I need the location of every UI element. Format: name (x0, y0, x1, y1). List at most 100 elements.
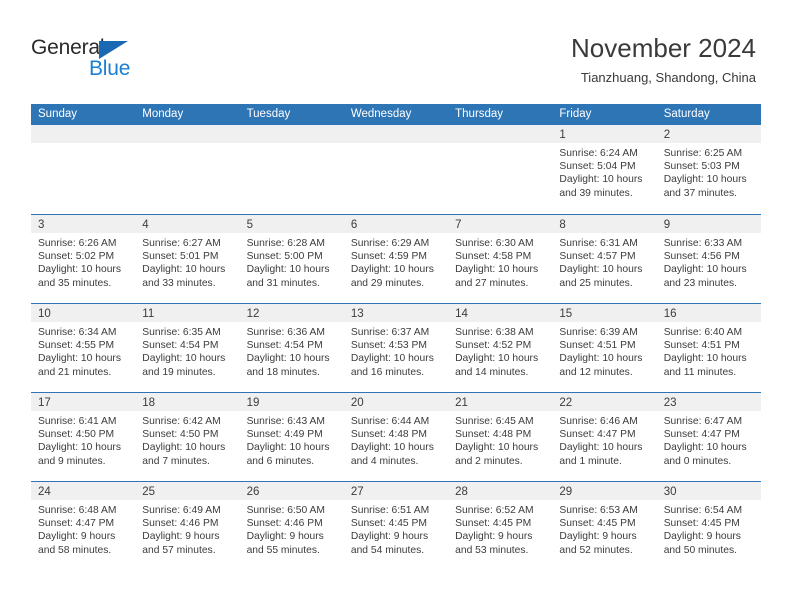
day-details: Sunrise: 6:47 AM Sunset: 4:47 PM Daylight:… (657, 411, 761, 468)
day-cell[interactable]: 5 Sunrise: 6:28 AM Sunset: 5:00 PM Daylight… (239, 215, 344, 303)
day-cell[interactable]: 1 Sunrise: 6:24 AM Sunset: 5:04 PM Daylight… (552, 125, 657, 214)
day-cell[interactable]: 21 Sunrise: 6:45 AM Sunset: 4:48 PM Dayligh… (448, 393, 553, 481)
daylight-text-line1: Daylight: 10 hours (663, 353, 747, 365)
day-details: Sunrise: 6:48 AM Sunset: 4:47 PM Daylight:… (31, 500, 135, 557)
day-cell[interactable]: 8 Sunrise: 6:31 AM Sunset: 4:57 PM Daylight… (552, 215, 657, 303)
daylight-text-line1: Daylight: 10 hours (663, 264, 747, 276)
weeks-container: 1 Sunrise: 6:24 AM Sunset: 5:04 PM Daylight… (31, 125, 761, 570)
sunrise-text: Sunrise: 6:39 AM (559, 327, 638, 338)
day-cell[interactable]: 26 Sunrise: 6:50 AM Sunset: 4:46 PM Dayligh… (239, 482, 344, 570)
day-cell[interactable]: 14 Sunrise: 6:38 AM Sunset: 4:52 PM Dayligh… (448, 304, 553, 392)
sunrise-text: Sunrise: 6:37 AM (350, 327, 430, 338)
day-number: 20 (350, 397, 364, 409)
daylight-text-line2: and 33 minutes. (142, 277, 216, 289)
day-details: Sunrise: 6:26 AM Sunset: 5:02 PM Daylight:… (31, 233, 135, 290)
day-cell[interactable]: 29 Sunrise: 6:53 AM Sunset: 4:45 PM Dayligh… (552, 482, 657, 570)
day-number-band: 13 (343, 304, 449, 322)
day-details: Sunrise: 6:24 AM Sunset: 5:04 PM Daylight:… (552, 143, 656, 200)
daylight-text-line1: Daylight: 9 hours (663, 531, 741, 543)
daylight-text-line1: Daylight: 10 hours (38, 353, 121, 365)
day-cell[interactable]: 30 Sunrise: 6:54 AM Sunset: 4:45 PM Dayligh… (656, 482, 761, 570)
sunset-text: Sunset: 5:02 PM (38, 251, 115, 263)
day-cell[interactable]: 24 Sunrise: 6:48 AM Sunset: 4:47 PM Dayligh… (31, 482, 136, 570)
day-cell[interactable]: 3 Sunrise: 6:26 AM Sunset: 5:02 PM Daylight… (31, 215, 136, 303)
day-cell[interactable]: 25 Sunrise: 6:49 AM Sunset: 4:46 PM Dayligh… (135, 482, 240, 570)
day-cell[interactable]: 9 Sunrise: 6:33 AM Sunset: 4:56 PM Daylight… (656, 215, 761, 303)
day-cell[interactable]: 27 Sunrise: 6:51 AM Sunset: 4:45 PM Dayligh… (343, 482, 449, 570)
day-number-band: 10 (31, 304, 136, 322)
sunset-text: Sunset: 4:47 PM (38, 518, 115, 530)
general-blue-logo[interactable]: General Blue (31, 36, 211, 86)
daylight-text-line2: and 35 minutes. (38, 277, 112, 289)
weekday-header-friday: Friday (559, 108, 592, 120)
day-number: 24 (38, 486, 51, 498)
day-cell[interactable]: 19 Sunrise: 6:43 AM Sunset: 4:49 PM Dayligh… (239, 393, 344, 481)
daylight-text-line2: and 6 minutes. (246, 455, 315, 467)
page-title: November 2024 (571, 33, 756, 63)
sunset-text: Sunset: 5:04 PM (559, 161, 636, 173)
daylight-text-line1: Daylight: 10 hours (559, 264, 643, 276)
day-details: Sunrise: 6:43 AM Sunset: 4:49 PM Daylight:… (240, 411, 344, 468)
logo-text-blue: Blue (89, 57, 131, 80)
day-details (135, 143, 239, 147)
day-details: Sunrise: 6:34 AM Sunset: 4:55 PM Daylight:… (31, 322, 135, 379)
day-cell[interactable]: 22 Sunrise: 6:46 AM Sunset: 4:47 PM Dayligh… (552, 393, 657, 481)
day-number: 13 (350, 308, 364, 320)
day-cell[interactable]: 13 Sunrise: 6:37 AM Sunset: 4:53 PM Dayligh… (343, 304, 449, 392)
day-cell[interactable]: 28 Sunrise: 6:52 AM Sunset: 4:45 PM Dayligh… (448, 482, 553, 570)
sunrise-text: Sunrise: 6:38 AM (455, 327, 534, 338)
day-number-band (135, 125, 240, 143)
day-number-band: 19 (239, 393, 344, 411)
day-number-band: 26 (239, 482, 344, 500)
day-cell[interactable]: 6 Sunrise: 6:29 AM Sunset: 4:59 PM Daylight… (343, 215, 449, 303)
sunset-text: Sunset: 4:46 PM (142, 518, 219, 530)
day-cell[interactable]: 18 Sunrise: 6:42 AM Sunset: 4:50 PM Dayligh… (135, 393, 240, 481)
day-details: Sunrise: 6:36 AM Sunset: 4:54 PM Daylight:… (240, 322, 344, 379)
day-details (448, 143, 552, 147)
week-row: 24 Sunrise: 6:48 AM Sunset: 4:47 PM Dayligh… (31, 481, 761, 570)
day-details: Sunrise: 6:25 AM Sunset: 5:03 PM Daylight:… (657, 143, 761, 200)
day-number-band: 20 (343, 393, 449, 411)
day-number: 30 (663, 486, 677, 498)
day-details: Sunrise: 6:42 AM Sunset: 4:50 PM Daylight:… (135, 411, 239, 468)
day-cell[interactable]: 7 Sunrise: 6:30 AM Sunset: 4:58 PM Daylight… (448, 215, 553, 303)
sunrise-text: Sunrise: 6:26 AM (38, 238, 117, 249)
sunrise-text: Sunrise: 6:51 AM (350, 505, 430, 516)
daylight-text-line1: Daylight: 10 hours (663, 442, 747, 454)
day-number: 21 (455, 397, 468, 409)
daylight-text-line1: Daylight: 10 hours (455, 264, 539, 276)
sunrise-text: Sunrise: 6:30 AM (455, 238, 534, 249)
day-cell[interactable]: 10 Sunrise: 6:34 AM Sunset: 4:55 PM Dayligh… (31, 304, 136, 392)
day-number: 3 (38, 219, 45, 231)
day-details: Sunrise: 6:27 AM Sunset: 5:01 PM Daylight:… (135, 233, 239, 290)
sunrise-text: Sunrise: 6:29 AM (350, 238, 430, 249)
week-row: 1 Sunrise: 6:24 AM Sunset: 5:04 PM Daylight… (31, 125, 761, 214)
daylight-text-line2: and 11 minutes. (663, 366, 737, 378)
daylight-text-line1: Daylight: 10 hours (559, 174, 643, 186)
day-number: 1 (559, 129, 566, 141)
sunset-text: Sunset: 4:54 PM (246, 340, 323, 352)
day-cell[interactable]: 4 Sunrise: 6:27 AM Sunset: 5:01 PM Daylight… (135, 215, 240, 303)
weekday-header-monday: Monday (142, 108, 184, 120)
sunset-text: Sunset: 4:54 PM (142, 340, 219, 352)
day-cell[interactable]: 2 Sunrise: 6:25 AM Sunset: 5:03 PM Daylight… (656, 125, 761, 214)
day-cell[interactable]: 12 Sunrise: 6:36 AM Sunset: 4:54 PM Dayligh… (239, 304, 344, 392)
day-details: Sunrise: 6:54 AM Sunset: 4:45 PM Daylight:… (657, 500, 761, 557)
weekday-header-saturday: Saturday (663, 108, 710, 120)
sunrise-text: Sunrise: 6:35 AM (142, 327, 221, 338)
day-number-band: 16 (656, 304, 761, 322)
day-cell[interactable]: 11 Sunrise: 6:35 AM Sunset: 4:54 PM Dayligh… (135, 304, 240, 392)
daylight-text-line1: Daylight: 10 hours (142, 353, 226, 365)
daylight-text-line1: Daylight: 10 hours (246, 264, 330, 276)
sunrise-text: Sunrise: 6:33 AM (663, 238, 743, 249)
page-header: General Blue November 2024 Tianzhuang, S… (0, 0, 792, 102)
daylight-text-line2: and 1 minute. (559, 455, 622, 467)
sunrise-text: Sunrise: 6:50 AM (246, 505, 325, 516)
day-cell[interactable]: 20 Sunrise: 6:44 AM Sunset: 4:48 PM Dayligh… (343, 393, 449, 481)
daylight-text-line2: and 7 minutes. (142, 455, 210, 467)
day-cell-empty (239, 125, 344, 214)
day-cell[interactable]: 16 Sunrise: 6:40 AM Sunset: 4:51 PM Dayligh… (656, 304, 761, 392)
day-cell[interactable]: 23 Sunrise: 6:47 AM Sunset: 4:47 PM Dayligh… (656, 393, 761, 481)
day-cell[interactable]: 15 Sunrise: 6:39 AM Sunset: 4:51 PM Dayligh… (552, 304, 657, 392)
day-cell[interactable]: 17 Sunrise: 6:41 AM Sunset: 4:50 PM Dayligh… (31, 393, 136, 481)
